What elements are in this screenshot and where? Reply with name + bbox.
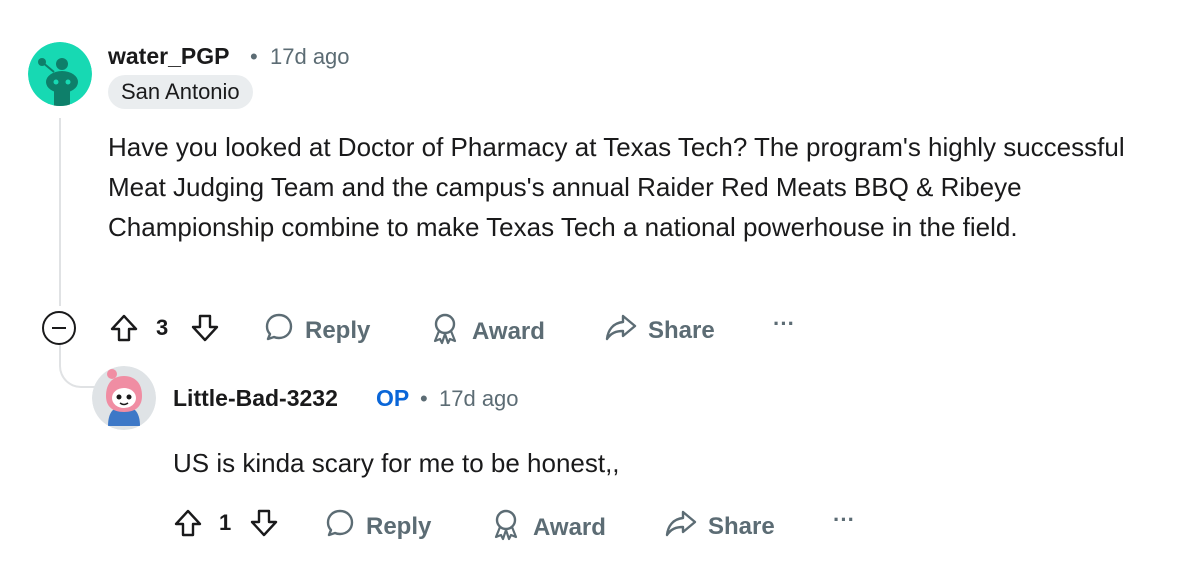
snoo-avatar-icon xyxy=(28,42,92,106)
more-options-button[interactable]: ··· xyxy=(773,311,795,337)
comment-timestamp[interactable]: 17d ago xyxy=(270,44,350,70)
vote-count: 1 xyxy=(219,510,232,535)
share-label: Share xyxy=(648,316,715,344)
award-button[interactable]: Award xyxy=(428,311,545,352)
downvote-icon[interactable] xyxy=(248,507,280,544)
op-badge: OP xyxy=(376,385,410,411)
upvote-icon[interactable] xyxy=(108,312,140,349)
more-options-icon: ··· xyxy=(773,311,795,336)
comment-author[interactable]: water_PGP xyxy=(108,43,229,70)
avatar[interactable] xyxy=(92,366,156,430)
award-label: Award xyxy=(472,317,545,345)
user-flair: San Antonio xyxy=(108,75,253,109)
share-icon xyxy=(604,311,638,350)
comment-body: Have you looked at Doctor of Pharmacy at… xyxy=(108,132,1125,242)
share-button[interactable]: Share xyxy=(664,507,775,546)
vote-count: 3 xyxy=(156,315,169,340)
award-label: Award xyxy=(533,513,606,541)
reply-label: Reply xyxy=(305,316,371,344)
reply-button[interactable]: Reply xyxy=(324,507,431,546)
thread-connector xyxy=(59,342,95,388)
comment-body: US is kinda scary for me to be honest,, xyxy=(173,448,620,478)
comment-timestamp[interactable]: 17d ago xyxy=(439,386,519,412)
upvote-icon[interactable] xyxy=(172,507,204,544)
comment-bubble-icon xyxy=(324,507,356,546)
award-button[interactable]: Award xyxy=(489,507,606,548)
share-label: Share xyxy=(708,512,775,540)
share-icon xyxy=(664,507,698,546)
avatar[interactable] xyxy=(28,42,92,106)
share-button[interactable]: Share xyxy=(604,311,715,350)
award-icon xyxy=(489,507,523,548)
reply-button[interactable]: Reply xyxy=(263,311,370,350)
thread-line xyxy=(59,118,61,306)
award-icon xyxy=(428,311,462,352)
comment-bubble-icon xyxy=(263,311,295,350)
more-options-icon: ··· xyxy=(833,507,855,532)
collapse-thread-button[interactable] xyxy=(42,311,76,345)
more-options-button[interactable]: ··· xyxy=(833,507,855,533)
downvote-icon[interactable] xyxy=(189,312,221,349)
meta-separator: • xyxy=(420,386,428,411)
comment-author[interactable]: Little-Bad-3232 xyxy=(173,385,338,412)
snoo-avatar-icon xyxy=(92,366,156,430)
reply-label: Reply xyxy=(366,512,432,540)
meta-separator: • xyxy=(250,44,258,69)
